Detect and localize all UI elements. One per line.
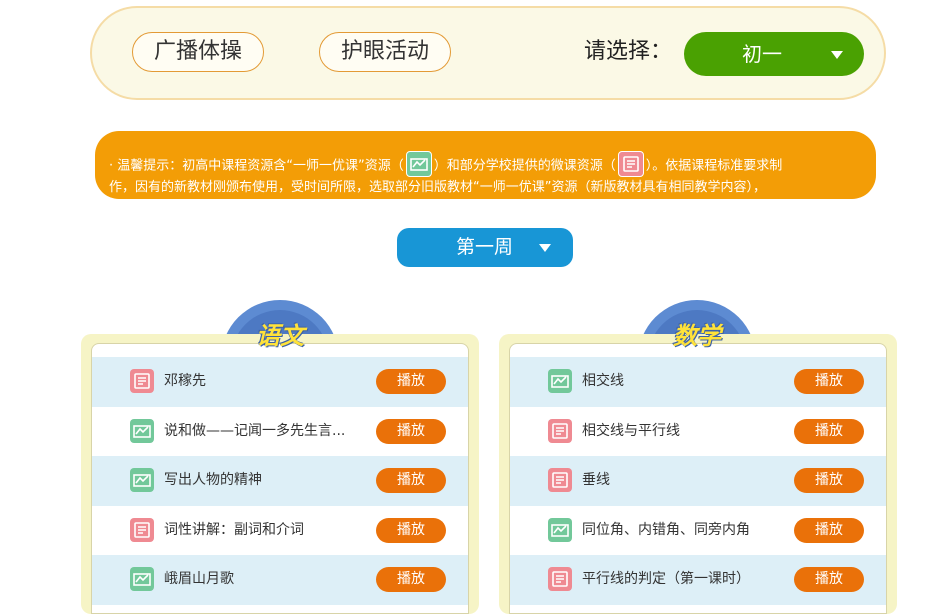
video-icon [130,418,154,443]
subject-name: 数学 [673,322,721,350]
doc-icon [548,418,572,443]
list-item: 词性讲解：副词和介词 播放 [92,506,468,556]
play-button[interactable]: 播放 [794,567,864,592]
broadcast-exercise-button[interactable]: 广播体操 [132,32,264,72]
caret-down-icon [831,51,843,59]
tip-text-line2: 作，因有的新教材刚颁布使用，受时间所限，选取部分旧版教材“一师一优课”资源（新版… [109,180,766,195]
item-title[interactable]: 相交线与平行线 [582,407,680,456]
list-item: 说和做——记闻一多先生言... 播放 [92,407,468,457]
item-title[interactable]: 相交线 [582,357,624,406]
video-icon [548,369,572,393]
item-title[interactable]: 说和做——记闻一多先生言... [164,407,345,456]
play-button[interactable]: 播放 [794,468,864,493]
tip-text-part2: ）和部分学校提供的微课资源（ [433,158,616,174]
item-title[interactable]: 邓稼先 [164,357,206,406]
doc-icon [548,468,572,492]
list-item: 写出人物的精神 播放 [92,456,468,506]
item-title[interactable]: 写出人物的精神 [164,456,262,505]
play-button[interactable]: 播放 [376,369,446,394]
doc-icon [130,369,154,393]
caret-down-icon [539,244,551,252]
item-title[interactable]: 平行线的判定（第一课时） [582,555,750,604]
grade-value: 初一 [742,42,782,66]
play-button[interactable]: 播放 [376,418,446,444]
play-button[interactable]: 播放 [376,468,446,493]
tip-text-part3: ）。依据课程标准要求制 [645,158,783,174]
item-title[interactable]: 峨眉山月歌 [164,555,234,604]
list-item: 相交线与平行线 播放 [510,407,886,457]
subject-name: 语文 [256,322,304,350]
play-button[interactable]: 播放 [376,517,446,543]
item-title[interactable]: 垂线 [582,456,610,505]
play-button[interactable]: 播放 [794,517,864,543]
tip-banner: · 温馨提示：初高中课程资源含“一师一优课”资源（ ）和部分学校提供的微课资源（ ）… [95,131,876,199]
list-item: 平行线的判定（第一课时） 播放 [510,555,886,605]
microlesson-resource-icon [617,151,644,177]
play-button[interactable]: 播放 [794,418,864,444]
video-icon [130,468,154,492]
play-button[interactable]: 播放 [794,369,864,394]
video-icon [548,517,572,542]
select-label: 请选择： [584,39,673,64]
week-value: 第一周 [456,236,514,258]
item-title[interactable]: 词性讲解：副词和介词 [164,506,304,555]
tip-text-part1: · 温馨提示：初高中课程资源含“一师一优课”资源（ [109,158,404,174]
list-item: 邓稼先 播放 [92,357,468,407]
list-item: 峨眉山月歌 播放 [92,555,468,605]
list-item: 同位角、内错角、同旁内角 播放 [510,506,886,556]
grade-select[interactable]: 初一 [684,32,864,76]
eye-exercise-button[interactable]: 护眼活动 [319,32,451,72]
doc-icon [130,517,154,542]
list-item: 垂线 播放 [510,456,886,506]
week-select[interactable]: 第一周 [397,228,573,267]
top-bar: 广播体操 护眼活动 请选择： 初一 [90,6,886,100]
subject-panel-math: 相交线 播放 相交线与平行线 播放 垂线 播放 同位角、内错角、同旁内角 播放 … [499,334,897,614]
video-icon [130,567,154,591]
doc-icon [548,567,572,591]
list-item: 相交线 播放 [510,357,886,407]
subject-panel-chinese: 邓稼先 播放 说和做——记闻一多先生言... 播放 写出人物的精神 播放 词性讲… [81,334,479,614]
video-resource-icon [405,151,432,177]
item-title[interactable]: 同位角、内错角、同旁内角 [582,506,750,555]
play-button[interactable]: 播放 [376,567,446,592]
